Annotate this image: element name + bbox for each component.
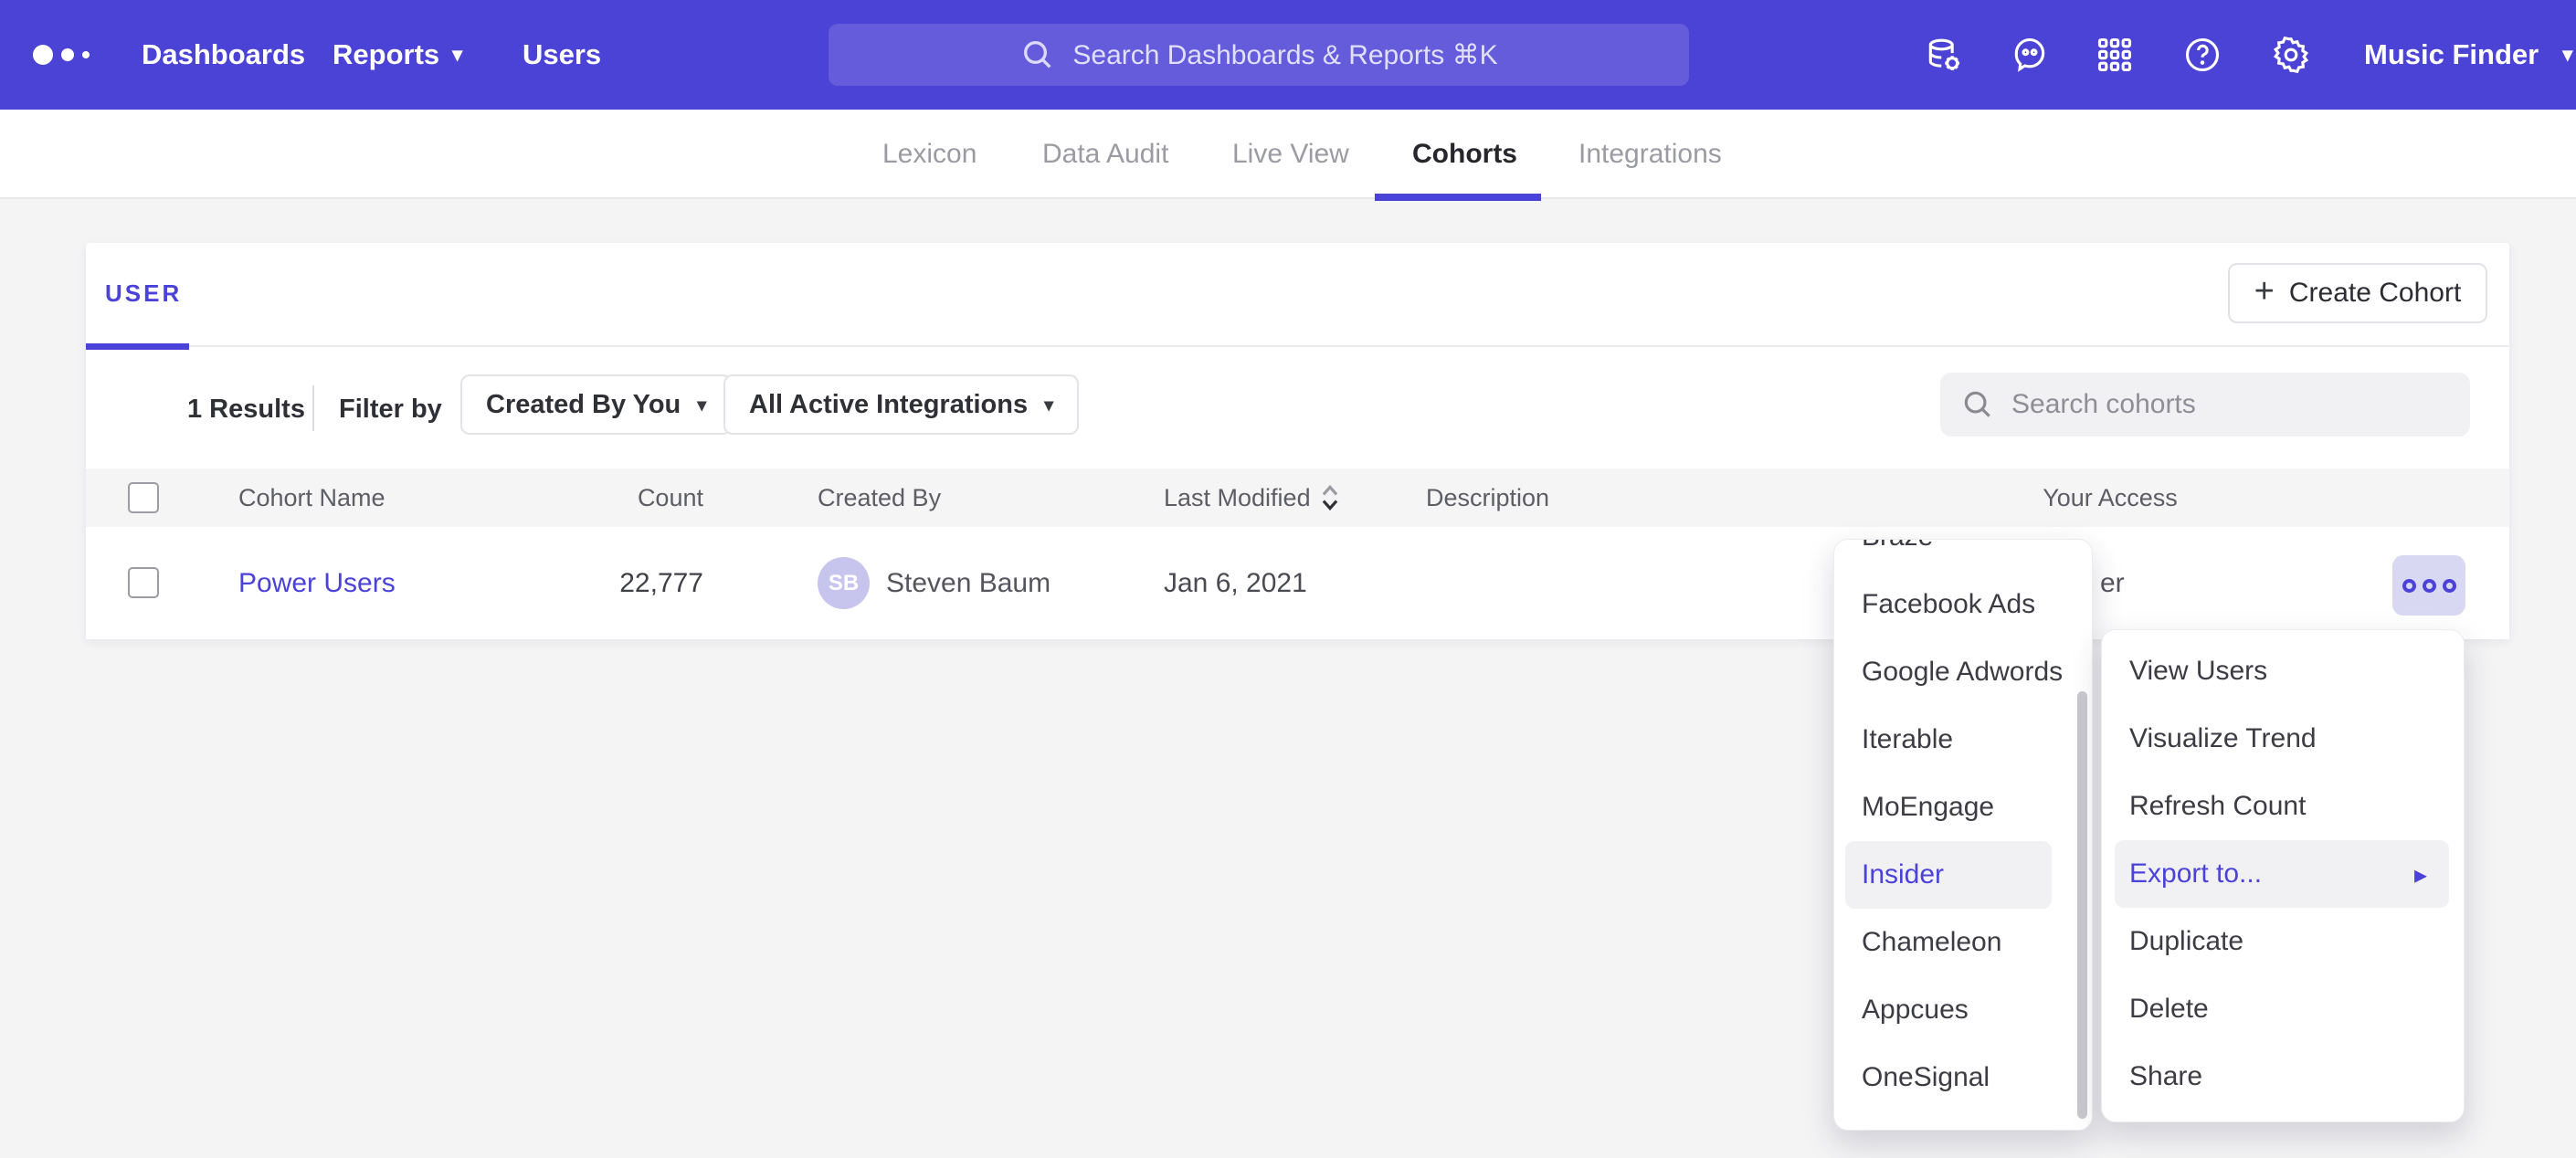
filter-by-label: Filter by: [339, 395, 442, 425]
cohort-name-cell: Power Users: [238, 527, 396, 639]
cohort-table-row: Power Users 22,777 SB Steven Baum Jan 6,…: [86, 527, 2509, 639]
menu-item-export-to[interactable]: Export to... ▸: [2115, 840, 2449, 908]
last-modified-cell: Jan 6, 2021: [1164, 527, 1307, 639]
global-search-placeholder: Search Dashboards & Reports ⌘K: [1072, 39, 1497, 71]
created-by-cell: SB Steven Baum: [818, 527, 1050, 639]
cohort-search: [1940, 373, 2470, 437]
menu-item-view-users[interactable]: View Users: [2102, 637, 2464, 705]
nav-dashboards-label: Dashboards: [142, 38, 305, 71]
menu-item-google-adwords[interactable]: Google Adwords: [1834, 638, 2092, 706]
create-cohort-button[interactable]: + Create Cohort: [2228, 263, 2487, 323]
cohort-search-input[interactable]: [2011, 389, 2413, 420]
col-last-modified-sort[interactable]: Last Modified: [1164, 468, 1340, 527]
tab-cohorts[interactable]: Cohorts: [1412, 110, 1517, 199]
help-icon[interactable]: [2182, 35, 2222, 75]
chevron-down-icon: ▾: [1044, 394, 1053, 416]
col-created-by: Created By: [818, 468, 941, 527]
col-cohort-name: Cohort Name: [238, 468, 385, 527]
plus-icon: +: [2254, 274, 2275, 309]
menu-item-insider[interactable]: Insider: [1845, 841, 2052, 909]
tab-lexicon[interactable]: Lexicon: [882, 110, 977, 199]
your-access-cell-partial: er: [2100, 527, 2125, 639]
sort-icon: [1320, 483, 1340, 512]
data-management-icon[interactable]: [1924, 35, 1964, 75]
nav-dashboards[interactable]: Dashboards: [142, 0, 305, 110]
menu-item-appcues[interactable]: Appcues: [1834, 976, 2092, 1044]
feedback-icon[interactable]: [2010, 35, 2050, 75]
tab-user-cohorts[interactable]: USER: [105, 279, 182, 308]
filters-row: 1 Results Filter by Created By You ▾ All…: [86, 347, 2509, 468]
menu-item-facebook-ads[interactable]: Facebook Ads: [1834, 571, 2092, 638]
col-count: Count: [524, 468, 703, 527]
menu-item-chameleon[interactable]: Chameleon: [1834, 909, 2092, 976]
dot-icon: [2402, 579, 2416, 593]
col-your-access: Your Access: [1918, 468, 2302, 527]
chevron-down-icon: ▾: [2562, 43, 2572, 67]
menu-item-moengage[interactable]: MoEngage: [1834, 774, 2092, 841]
cohort-link[interactable]: Power Users: [238, 568, 396, 599]
top-nav: Dashboards Reports ▾ Users Search Dashbo…: [0, 0, 2576, 110]
search-icon: [1960, 387, 1995, 422]
active-tab-underline: [1375, 194, 1541, 201]
creator-name: Steven Baum: [886, 568, 1050, 599]
settings-gear-icon[interactable]: [2271, 35, 2311, 75]
menu-item-onesignal[interactable]: OneSignal: [1834, 1044, 2092, 1111]
table-header-row: Cohort Name Count Created By Last Modifi…: [86, 468, 2509, 527]
menu-item-iterable[interactable]: Iterable: [1834, 706, 2092, 774]
project-switcher[interactable]: Music Finder ▾: [2364, 0, 2572, 110]
global-search-bar[interactable]: Search Dashboards & Reports ⌘K: [829, 24, 1689, 86]
tab-data-audit[interactable]: Data Audit: [1042, 110, 1168, 199]
row-checkbox[interactable]: [128, 567, 159, 598]
avatar: SB: [818, 557, 870, 609]
dot-icon: [2443, 579, 2456, 593]
dot-icon: [2423, 579, 2436, 593]
logo-three-dots-icon[interactable]: [33, 0, 90, 110]
results-count: 1 Results: [187, 395, 305, 425]
divider: [312, 385, 314, 431]
integrations-filter-dropdown[interactable]: All Active Integrations ▾: [723, 374, 1079, 435]
menu-item-visualize-trend[interactable]: Visualize Trend: [2102, 705, 2464, 773]
count-cell: 22,777: [524, 527, 703, 639]
search-icon: [1019, 37, 1056, 73]
menu-item-delete[interactable]: Delete: [2102, 975, 2464, 1043]
col-description: Description: [1426, 468, 1549, 527]
app-root: Dashboards Reports ▾ Users Search Dashbo…: [0, 0, 2576, 1158]
nav-users-label: Users: [523, 38, 601, 71]
chevron-down-icon: ▾: [697, 394, 706, 416]
scrollbar-thumb[interactable]: [2077, 691, 2087, 1119]
row-actions-button[interactable]: [2392, 555, 2465, 616]
menu-item-braze-clipped[interactable]: Braze: [1834, 539, 2092, 571]
nav-reports-label: Reports: [333, 38, 439, 71]
nav-users[interactable]: Users: [523, 0, 601, 110]
apps-grid-icon[interactable]: [2095, 35, 2135, 75]
card-header: USER + Create Cohort: [86, 243, 2509, 347]
select-all-checkbox[interactable]: [128, 482, 159, 513]
export-destinations-menu: Braze Facebook Ads Google Adwords Iterab…: [1833, 539, 2093, 1131]
created-by-filter-dropdown[interactable]: Created By You ▾: [460, 374, 732, 435]
tab-live-view[interactable]: Live View: [1232, 110, 1349, 199]
menu-item-refresh-count[interactable]: Refresh Count: [2102, 773, 2464, 840]
menu-item-share[interactable]: Share: [2102, 1043, 2464, 1111]
row-actions-menu: View Users Visualize Trend Refresh Count…: [2101, 629, 2465, 1122]
section-tabs: Lexicon Data Audit Live View Cohorts Int…: [0, 110, 2576, 199]
cohorts-card: USER + Create Cohort 1 Results Filter by…: [86, 243, 2509, 639]
tab-integrations[interactable]: Integrations: [1578, 110, 1722, 199]
menu-item-duplicate[interactable]: Duplicate: [2102, 908, 2464, 975]
chevron-down-icon: ▾: [452, 43, 462, 67]
project-name: Music Finder: [2364, 38, 2539, 71]
submenu-arrow-icon: ▸: [2414, 859, 2427, 890]
nav-reports[interactable]: Reports ▾: [333, 0, 462, 110]
